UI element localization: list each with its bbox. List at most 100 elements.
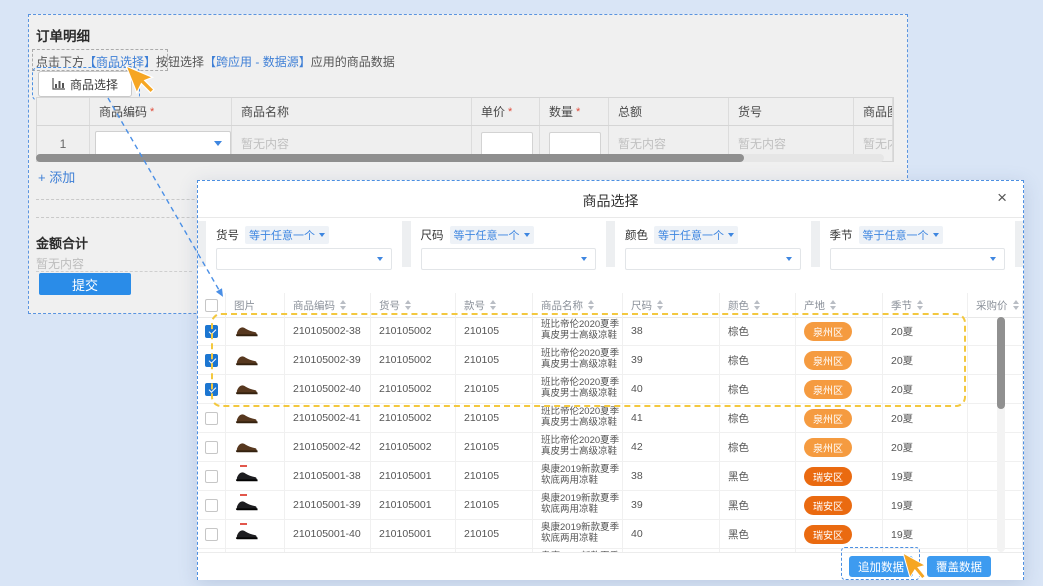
row-checkbox[interactable] <box>205 528 218 541</box>
product-select-button[interactable]: 商品选择 <box>38 71 132 97</box>
origin-badge: 泉州区 <box>804 322 852 341</box>
product-image-cell <box>226 520 285 548</box>
unit-price-input[interactable] <box>481 132 533 156</box>
modal-column-header[interactable]: 颜色 <box>720 293 796 317</box>
row-checkbox[interactable] <box>205 441 218 454</box>
product-row[interactable]: 210105001-38210105001210105奥康2019新款夏季软底两… <box>198 462 1023 491</box>
add-row-link[interactable]: + 添加 <box>38 167 75 186</box>
modal-column-label: 季节 <box>891 298 912 313</box>
filter-size: 尺码 等于任意一个 <box>411 221 607 267</box>
sort-icon <box>405 300 411 310</box>
size-cell: 42 <box>623 433 720 461</box>
filter-value-select[interactable] <box>625 248 801 270</box>
row-checkbox[interactable] <box>205 325 218 338</box>
modal-column-header[interactable]: 款号 <box>456 293 533 317</box>
product-select-modal: 商品选择 × 货号 等于任意一个 尺码 等于任意一个 颜色 等于任意一个 季节 … <box>197 180 1024 580</box>
append-data-button[interactable]: 追加数据 <box>849 556 913 577</box>
product-row[interactable]: 210105001-39210105001210105奥康2019新款夏季软底两… <box>198 491 1023 520</box>
modal-column-header[interactable]: 货号 <box>371 293 456 317</box>
product-shoe-image <box>234 527 259 541</box>
amount-total-underline <box>36 271 192 272</box>
modal-column-header[interactable]: 季节 <box>883 293 968 317</box>
product-name-cell: 班比帝伦2020夏季真皮男士高级凉鞋 <box>533 375 623 403</box>
horizontal-scrollbar[interactable] <box>36 154 884 162</box>
product-code-cell: 210105002-39 <box>285 346 371 374</box>
item-number-cell: 210105001 <box>371 491 456 519</box>
horizontal-scrollbar-thumb[interactable] <box>36 154 744 162</box>
modal-column-header[interactable]: 采购价 <box>968 293 1023 317</box>
origin-cell: 瑞安区 <box>796 491 883 519</box>
overwrite-data-button[interactable]: 覆盖数据 <box>927 556 991 577</box>
product-image-cell <box>226 375 285 403</box>
quantity-input[interactable] <box>549 132 601 156</box>
product-image-cell <box>226 404 285 432</box>
color-cell: 棕色 <box>720 346 796 374</box>
sort-icon <box>754 300 760 310</box>
product-code-cell: 210105002-38 <box>285 317 371 345</box>
row-checkbox[interactable] <box>205 354 218 367</box>
submit-button[interactable]: 提交 <box>39 273 131 295</box>
item-number-cell: 210105002 <box>371 317 456 345</box>
modal-column-label: 产地 <box>804 298 825 313</box>
product-code-dropdown[interactable] <box>95 131 231 157</box>
purchase-price-cell <box>968 433 1023 461</box>
product-image-cell <box>226 491 285 519</box>
product-row[interactable]: 210105001-40210105001210105奥康2019新款夏季软底两… <box>198 520 1023 549</box>
modal-column-header[interactable]: 商品编码 <box>285 293 371 317</box>
product-name-cell: 班比帝伦2020夏季真皮男士高级凉鞋 <box>533 433 623 461</box>
panel-title: 订单明细 <box>36 25 90 45</box>
product-code-cell: 210105001-39 <box>285 491 371 519</box>
modal-column-label: 尺码 <box>631 298 652 313</box>
filter-label: 季节 <box>830 227 853 243</box>
vertical-scrollbar[interactable] <box>997 317 1005 552</box>
filter-value-select[interactable] <box>216 248 392 270</box>
origin-cell: 泉州区 <box>796 404 883 432</box>
purchase-price-cell <box>968 346 1023 374</box>
item-number-cell: 210105002 <box>371 433 456 461</box>
filter-item-number: 货号 等于任意一个 <box>206 221 402 267</box>
modal-column-header[interactable]: 商品名称 <box>533 293 623 317</box>
origin-badge: 瑞安区 <box>804 496 852 515</box>
order-items-header-row: 商品编码*商品名称单价*数量*总额货号商品图片 <box>37 98 893 126</box>
chevron-down-icon <box>933 233 939 237</box>
color-cell: 黑色 <box>720 462 796 490</box>
filter-operator-dropdown[interactable]: 等于任意一个 <box>859 226 943 244</box>
row-checkbox-cell <box>198 375 226 403</box>
row-checkbox[interactable] <box>205 470 218 483</box>
form-column-header: 商品名称 <box>232 98 472 125</box>
filter-value-select[interactable] <box>421 248 597 270</box>
select-all-checkbox[interactable] <box>205 299 218 312</box>
vertical-scrollbar-thumb[interactable] <box>997 317 1005 409</box>
size-cell: 38 <box>623 462 720 490</box>
row-checkbox[interactable] <box>205 383 218 396</box>
product-row[interactable]: 210105002-40210105002210105班比帝伦2020夏季真皮男… <box>198 375 1023 404</box>
form-column-header: 总额 <box>609 98 729 125</box>
purchase-price-cell <box>968 375 1023 403</box>
purchase-price-cell <box>968 404 1023 432</box>
origin-cell: 泉州区 <box>796 433 883 461</box>
product-row[interactable]: 210105002-41210105002210105班比帝伦2020夏季真皮男… <box>198 404 1023 433</box>
chevron-down-icon <box>214 141 222 146</box>
required-asterisk: * <box>508 106 512 118</box>
row-checkbox[interactable] <box>205 412 218 425</box>
plus-icon: + <box>38 170 46 185</box>
product-row[interactable]: 210105002-42210105002210105班比帝伦2020夏季真皮男… <box>198 433 1023 462</box>
chevron-down-icon <box>319 233 325 237</box>
close-icon[interactable]: × <box>997 189 1007 206</box>
filter-value-select[interactable] <box>830 248 1006 270</box>
row-checkbox[interactable] <box>205 499 218 512</box>
product-row[interactable]: 210105002-38210105002210105班比帝伦2020夏季真皮男… <box>198 317 1023 346</box>
filter-operator-dropdown[interactable]: 等于任意一个 <box>245 226 329 244</box>
modal-column-header[interactable]: 产地 <box>796 293 883 317</box>
row-checkbox-cell <box>198 462 226 490</box>
style-number-cell: 210105 <box>456 346 533 374</box>
modal-column-label: 商品名称 <box>541 298 583 313</box>
origin-badge: 泉州区 <box>804 351 852 370</box>
product-code-cell: 210105001-38 <box>285 462 371 490</box>
add-row-label: 添加 <box>49 170 75 185</box>
season-cell: 19夏 <box>883 520 968 548</box>
filter-operator-dropdown[interactable]: 等于任意一个 <box>654 226 738 244</box>
filter-operator-dropdown[interactable]: 等于任意一个 <box>450 226 534 244</box>
product-row[interactable]: 210105002-39210105002210105班比帝伦2020夏季真皮男… <box>198 346 1023 375</box>
modal-column-header[interactable]: 尺码 <box>623 293 720 317</box>
